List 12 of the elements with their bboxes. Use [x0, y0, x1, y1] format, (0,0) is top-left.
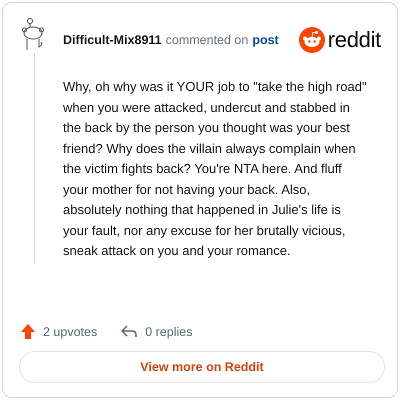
reply-count: 0 replies — [145, 324, 192, 338]
avatar-icon — [21, 17, 47, 51]
action-text: commented on — [166, 33, 248, 47]
reply-icon[interactable] — [121, 325, 138, 338]
logo-icon — [298, 27, 325, 53]
brand-name: reddit — [328, 27, 381, 53]
author-name[interactable]: Difficult-Mix8911 — [63, 33, 162, 47]
post-link[interactable]: post — [252, 33, 279, 47]
view-more-button[interactable]: View more on Reddit — [19, 351, 385, 383]
comment-text: Why, oh why was it YOUR job to "take the high road" when you were attacked, undercut and stabbed in the back by the person you thought was your best friend? Why does the villain always complain when the victim fights back? You're NTA here. And fluff your mother for not having your back. Also, absolutely nothing that happened in Julie's life is your fault, nor any excuse for her brutally vicious, sneak attack on you and your romance. — [63, 78, 368, 260]
upvote-icon[interactable] — [21, 324, 35, 339]
upvote-count: 2 upvotes — [43, 324, 98, 338]
